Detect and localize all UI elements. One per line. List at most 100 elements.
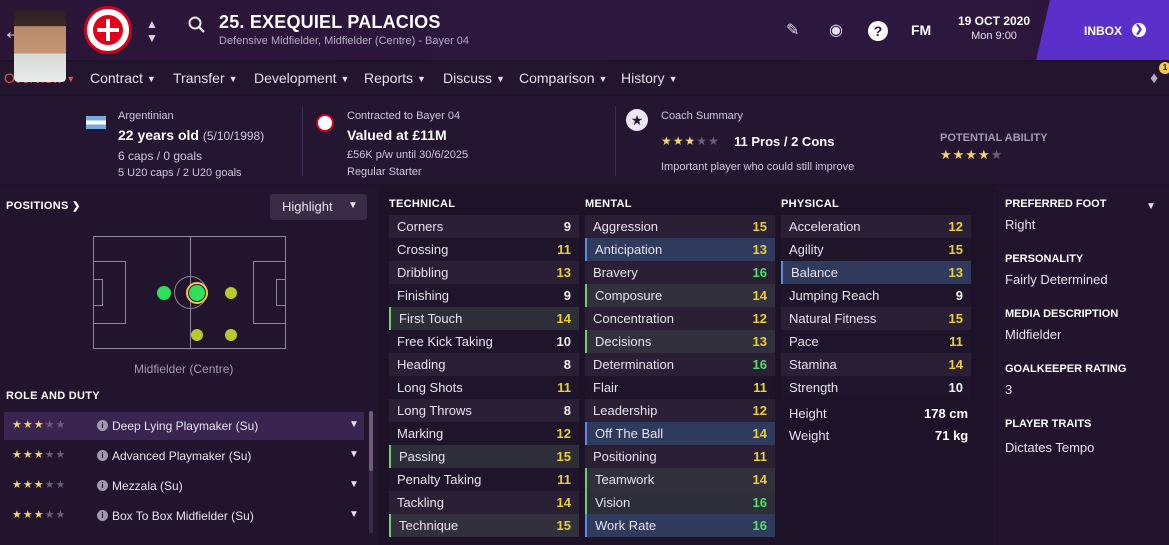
attribute-row-flair[interactable]: Flair 11 (585, 376, 775, 399)
attribute-row-anticipation[interactable]: Anticipation 13 (585, 238, 775, 261)
attribute-row-bravery[interactable]: Bravery 16 (585, 261, 775, 284)
attribute-row-aggression[interactable]: Aggression 15 (585, 215, 775, 238)
info-icon[interactable]: i (97, 450, 108, 461)
attribute-row-first-touch[interactable]: First Touch 14 (389, 307, 579, 330)
potential-ability-stars: ★★★★★ (940, 147, 1004, 162)
role-stars: ★★★★★ (12, 419, 67, 431)
tab-contract[interactable]: Contract ▼ (90, 70, 156, 86)
attribute-row-long-throws[interactable]: Long Throws 8 (389, 399, 579, 422)
chevron-up-icon[interactable]: ▲ (146, 18, 158, 30)
position-dot-amr[interactable] (225, 329, 237, 341)
attribute-value: 12 (752, 403, 767, 418)
attribute-row-corners[interactable]: Corners 9 (389, 215, 579, 238)
chevron-down-icon[interactable]: ▼ (349, 449, 359, 460)
attribute-row-dribbling[interactable]: Dribbling 13 (389, 261, 579, 284)
attribute-row-decisions[interactable]: Decisions 13 (585, 330, 775, 353)
tab-transfer[interactable]: Transfer ▼ (173, 70, 238, 86)
physical-title: PHYSICAL (781, 198, 840, 210)
notification-bell-icon[interactable]: ♦ (1150, 70, 1158, 88)
position-dot-mc[interactable] (189, 285, 205, 301)
position-dot-mr[interactable] (191, 329, 203, 341)
attribute-row-acceleration[interactable]: Acceleration 12 (781, 215, 971, 238)
role-row-box-to-box-midfielder[interactable]: ★★★★★ i Box To Box Midfielder (Su) ▼ (4, 502, 364, 530)
attribute-row-penalty-taking[interactable]: Penalty Taking 11 (389, 468, 579, 491)
player-trait-item[interactable]: Dictates Tempo (1005, 440, 1094, 455)
game-date[interactable]: 19 OCT 2020 Mon 9:00 (944, 14, 1044, 42)
attribute-row-pace[interactable]: Pace 11 (781, 330, 971, 353)
attribute-row-long-shots[interactable]: Long Shots 11 (389, 376, 579, 399)
role-row-mezzala[interactable]: ★★★★★ i Mezzala (Su) ▼ (4, 472, 364, 500)
attribute-name: Crossing (397, 242, 449, 257)
roles-scrollbar-thumb[interactable] (369, 411, 373, 471)
attribute-value: 8 (563, 403, 571, 418)
attribute-row-leadership[interactable]: Leadership 12 (585, 399, 775, 422)
attribute-row-free-kick-taking[interactable]: Free Kick Taking 10 (389, 330, 579, 353)
chevron-down-icon[interactable]: ▼ (1146, 201, 1156, 212)
attribute-row-crossing[interactable]: Crossing 11 (389, 238, 579, 261)
fm-logo[interactable]: FM (911, 22, 931, 38)
attribute-row-composure[interactable]: Composure 14 (585, 284, 775, 307)
chevron-down-icon[interactable]: ▼ (349, 419, 359, 430)
attribute-row-tackling[interactable]: Tackling 14 (389, 491, 579, 514)
attribute-value: 14 (556, 495, 571, 510)
position-dot-amc[interactable] (225, 287, 237, 299)
attribute-row-natural-fitness[interactable]: Natural Fitness 15 (781, 307, 971, 330)
attribute-name: Heading (397, 357, 446, 372)
attribute-row-determination[interactable]: Determination 16 (585, 353, 775, 376)
inbox-button[interactable]: INBOX ❯ (1036, 0, 1169, 60)
tab-reports[interactable]: Reports ▼ (364, 70, 426, 86)
attribute-row-work-rate[interactable]: Work Rate 16 (585, 514, 775, 537)
attribute-row-strength[interactable]: Strength 10 (781, 376, 971, 399)
role-duty-title: ROLE AND DUTY (6, 390, 100, 402)
chevron-down-icon[interactable]: ▼ (146, 32, 158, 44)
player-subtitle: Defensive Midfielder, Midfielder (Centre… (219, 35, 470, 47)
attribute-value: 13 (752, 242, 767, 257)
info-icon[interactable]: i (97, 510, 108, 521)
squad-status: Regular Starter (347, 166, 422, 178)
help-icon[interactable]: ? (868, 21, 888, 41)
attribute-row-teamwork[interactable]: Teamwork 14 (585, 468, 775, 491)
info-icon[interactable]: i (97, 480, 108, 491)
edit-pencil-icon[interactable]: ✎ (786, 20, 799, 40)
tab-comparison[interactable]: Comparison ▼ (519, 70, 607, 86)
height-label: Height (789, 406, 827, 421)
attribute-row-jumping-reach[interactable]: Jumping Reach 9 (781, 284, 971, 307)
chevron-down-icon[interactable]: ▼ (349, 479, 359, 490)
role-row-deep-lying-playmaker[interactable]: ★★★★★ i Deep Lying Playmaker (Su) ▼ (4, 412, 364, 440)
tab-discuss[interactable]: Discuss ▼ (443, 70, 505, 86)
globe-icon[interactable]: ◉ (829, 20, 843, 40)
attribute-name: Technique (399, 518, 459, 533)
highlight-dropdown[interactable]: Highlight ▼ (270, 194, 367, 220)
attribute-row-vision[interactable]: Vision 16 (585, 491, 775, 514)
tab-history[interactable]: History ▼ (621, 70, 677, 86)
attribute-row-passing[interactable]: Passing 15 (389, 445, 579, 468)
pros-cons[interactable]: 11 Pros / 2 Cons (734, 134, 834, 149)
attribute-row-concentration[interactable]: Concentration 12 (585, 307, 775, 330)
attribute-row-off-the-ball[interactable]: Off The Ball 14 (585, 422, 775, 445)
chevron-down-icon[interactable]: ▼ (349, 509, 359, 520)
attribute-row-balance[interactable]: Balance 13 (781, 261, 971, 284)
club-crest-logo[interactable] (84, 6, 132, 54)
positions-title[interactable]: POSITIONS ❯ (6, 200, 81, 212)
attribute-row-finishing[interactable]: Finishing 9 (389, 284, 579, 307)
attribute-name: Flair (593, 380, 619, 395)
position-dot-dm[interactable] (157, 286, 171, 300)
attribute-name: Concentration (593, 311, 674, 326)
contract-club[interactable]: Contracted to Bayer 04 (347, 110, 460, 122)
role-stars: ★★★★★ (12, 479, 67, 491)
attribute-row-agility[interactable]: Agility 15 (781, 238, 971, 261)
attribute-row-positioning[interactable]: Positioning 11 (585, 445, 775, 468)
attribute-name: Marking (397, 426, 444, 441)
search-icon[interactable] (188, 16, 206, 34)
arrow-right-icon: ❯ (1132, 23, 1146, 37)
attribute-value: 16 (752, 265, 767, 280)
role-row-advanced-playmaker[interactable]: ★★★★★ i Advanced Playmaker (Su) ▼ (4, 442, 364, 470)
attribute-value: 11 (557, 472, 571, 487)
attribute-row-marking[interactable]: Marking 12 (389, 422, 579, 445)
tab-development[interactable]: Development ▼ (254, 70, 349, 86)
attribute-row-heading[interactable]: Heading 8 (389, 353, 579, 376)
attribute-row-technique[interactable]: Technique 15 (389, 514, 579, 537)
attribute-row-stamina[interactable]: Stamina 14 (781, 353, 971, 376)
nationality[interactable]: Argentinian (118, 110, 174, 122)
info-icon[interactable]: i (97, 420, 108, 431)
